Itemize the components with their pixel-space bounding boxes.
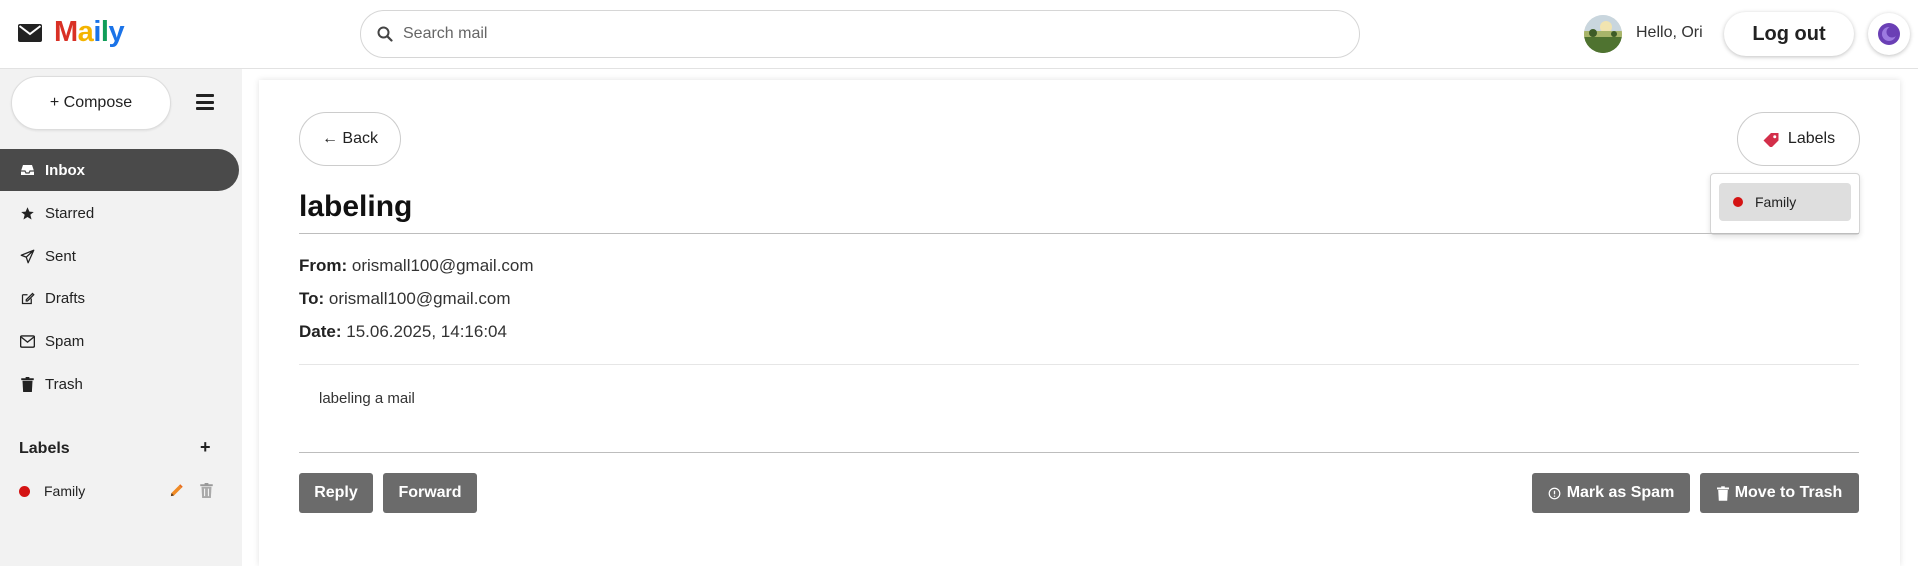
search-icon	[377, 26, 393, 42]
sidebar: + Compose Inbox Starred Sent Drafts Spam	[0, 69, 242, 566]
delete-label-icon[interactable]	[200, 483, 213, 503]
trash-icon	[19, 376, 35, 392]
logo[interactable]: Maily	[18, 16, 125, 49]
top-bar: Maily Hello, Ori Log out	[0, 0, 1918, 69]
dropdown-label-name: Family	[1755, 194, 1797, 210]
labels-button[interactable]: Labels	[1737, 112, 1860, 166]
labels-button-label: Labels	[1787, 130, 1836, 147]
star-icon	[19, 205, 35, 221]
sidebar-item-label: Drafts	[45, 289, 86, 307]
sidebar-item-starred[interactable]: Starred	[0, 192, 239, 234]
sidebar-item-label: Inbox	[45, 161, 85, 179]
subject-divider	[299, 233, 1859, 234]
logo-letter: a	[77, 16, 94, 48]
sidebar-item-trash[interactable]: Trash	[0, 363, 239, 405]
sidebar-item-label: Trash	[45, 375, 83, 393]
move-to-trash-label: Move to Trash	[1734, 484, 1843, 501]
logo-letter: M	[54, 16, 78, 48]
body-divider	[299, 364, 1859, 365]
sidebar-item-sent[interactable]: Sent	[0, 235, 239, 277]
date-value: 15.06.2025, 14:16:04	[346, 322, 507, 341]
logout-button[interactable]: Log out	[1724, 12, 1854, 56]
labels-dropdown: Family	[1710, 173, 1860, 235]
mark-as-spam-label: Mark as Spam	[1566, 484, 1675, 501]
moon-icon	[1878, 23, 1900, 45]
alert-circle-icon	[1548, 487, 1561, 499]
sidebar-item-drafts[interactable]: Drafts	[0, 277, 239, 319]
mail-icon	[18, 23, 42, 42]
trash-icon	[1716, 485, 1729, 501]
add-label-button[interactable]: +	[200, 437, 211, 458]
search-input[interactable]	[403, 25, 1303, 43]
avatar-image	[1584, 15, 1622, 53]
back-button[interactable]: ← Back	[299, 112, 401, 166]
sidebar-item-inbox[interactable]: Inbox	[0, 149, 239, 191]
footer-divider	[299, 452, 1859, 453]
spam-icon	[19, 333, 35, 349]
compose-button[interactable]: + Compose	[11, 76, 171, 130]
labels-heading: Labels	[19, 440, 70, 457]
from-label: From:	[299, 256, 348, 275]
hamburger-menu-icon[interactable]	[196, 94, 214, 110]
mail-subject: labeling	[299, 190, 413, 223]
mark-as-spam-button[interactable]: Mark as Spam	[1532, 473, 1690, 513]
logo-letter: y	[108, 16, 125, 48]
to-label: To:	[299, 289, 325, 308]
dropdown-label-family[interactable]: Family	[1719, 183, 1851, 221]
search-bar	[360, 10, 1360, 58]
from-address: orismall100@gmail.com	[351, 256, 534, 275]
to-address: orismall100@gmail.com	[328, 289, 511, 308]
mail-date: Date: 15.06.2025, 14:16:04	[299, 322, 507, 342]
sidebar-item-label: Sent	[45, 247, 76, 265]
tag-icon	[1763, 133, 1779, 147]
inbox-icon	[19, 162, 35, 178]
sidebar-item-label: Starred	[45, 204, 95, 222]
label-color-dot	[19, 485, 30, 497]
mail-from: From: orismall100@gmail.com	[299, 256, 534, 276]
reply-button[interactable]: Reply	[299, 473, 373, 513]
move-to-trash-button[interactable]: Move to Trash	[1700, 473, 1859, 513]
logo-letter: i	[93, 16, 101, 48]
edit-label-icon[interactable]	[169, 483, 184, 503]
drafts-icon	[19, 290, 35, 306]
user-greeting: Hello, Ori	[1636, 24, 1703, 41]
avatar[interactable]	[1584, 15, 1622, 53]
theme-toggle-button[interactable]	[1868, 13, 1910, 55]
sidebar-item-label: Spam	[45, 332, 85, 350]
mail-body: labeling a mail	[319, 390, 415, 407]
app-logo-text: Maily	[54, 16, 125, 49]
date-label: Date:	[299, 322, 342, 341]
sidebar-item-spam[interactable]: Spam	[0, 320, 239, 362]
send-icon	[19, 248, 35, 264]
label-color-dot	[1733, 197, 1743, 207]
label-name: Family	[44, 483, 86, 499]
mail-to: To: orismall100@gmail.com	[299, 289, 511, 309]
forward-button[interactable]: Forward	[383, 473, 477, 513]
sidebar-label-family[interactable]: Family	[19, 481, 219, 501]
